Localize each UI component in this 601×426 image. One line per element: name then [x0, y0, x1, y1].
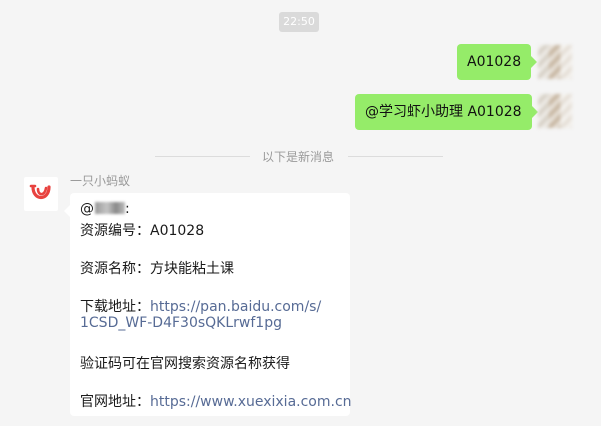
download-link-continued[interactable]: 1CSD_WF-D4F30sQKLrwf1pg: [80, 315, 282, 331]
resource-name-value: 方块能粘土课: [150, 261, 234, 277]
verify-note: 验证码可在官网搜索资源名称获得: [80, 356, 290, 372]
mention-at: @: [80, 201, 94, 217]
incoming-message[interactable]: @: 资源编号：A01028 资源名称：方块能粘土课 下载地址：https://…: [64, 193, 352, 416]
new-messages-divider: 以下是新消息: [0, 146, 601, 166]
timestamp-badge: 22:50: [279, 12, 319, 32]
message-text: @学习虾小助理 A01028: [365, 104, 522, 120]
sender-name: 一只小蚂蚁: [70, 174, 131, 188]
mention-line: @:: [80, 201, 130, 217]
resource-id-label: 资源编号：: [80, 223, 150, 239]
outgoing-message[interactable]: A01028: [457, 44, 538, 80]
divider-label: 以下是新消息: [262, 150, 335, 164]
user-avatar[interactable]: [538, 94, 572, 128]
message-text: A01028: [467, 54, 522, 70]
resource-id-value: A01028: [150, 223, 205, 239]
site-line: 官网地址：https://www.xuexixia.com.cn: [80, 391, 352, 411]
divider-line: [155, 156, 250, 157]
download-label: 下载地址：: [80, 299, 150, 315]
download-line: 下载地址：https://pan.baidu.com/s/: [80, 296, 321, 316]
download-link[interactable]: https://pan.baidu.com/s/: [150, 299, 321, 315]
resource-name-label: 资源名称：: [80, 261, 150, 277]
divider-line: [348, 156, 443, 157]
bot-logo-icon: [29, 184, 51, 200]
site-link[interactable]: https://www.xuexixia.com.cn: [150, 394, 352, 410]
resource-id-line: 资源编号：A01028: [80, 220, 204, 240]
mention-colon: :: [125, 201, 130, 217]
resource-name-line: 资源名称：方块能粘土课: [80, 258, 234, 278]
mention-redacted-name: [95, 202, 125, 214]
download-link-cont[interactable]: 1CSD_WF-D4F30sQKLrwf1pg: [80, 315, 282, 331]
outgoing-message[interactable]: @学习虾小助理 A01028: [355, 94, 538, 130]
bot-avatar[interactable]: [24, 177, 58, 211]
site-label: 官网地址：: [80, 394, 150, 410]
user-avatar[interactable]: [538, 45, 572, 79]
